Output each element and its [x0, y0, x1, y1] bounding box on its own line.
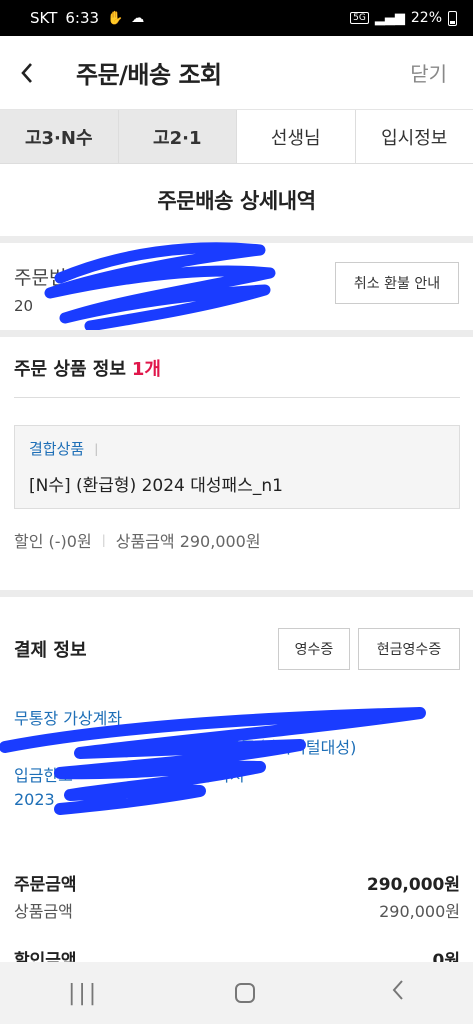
divider: [0, 590, 473, 597]
cash-receipt-button[interactable]: 현금영수증: [358, 628, 460, 670]
home-icon[interactable]: [235, 983, 256, 1003]
category-tabs: 고3·N수 고2·1 선생님 입시정보: [0, 110, 473, 164]
back-icon[interactable]: [391, 979, 405, 1007]
tab-admission-info[interactable]: 입시정보: [355, 110, 473, 163]
signal-icon: ▂▄▆: [374, 10, 405, 26]
cancel-refund-guide-button[interactable]: 취소 환불 안내: [335, 262, 459, 304]
order-date: 20: [14, 297, 34, 315]
product-amount-text: 상품금액 290,000원: [115, 532, 261, 551]
payment-info-heading: 결제 정보 영수증 현금영수증: [14, 620, 460, 678]
account-holder: (예금주 ㈜디지털대성): [205, 738, 357, 757]
back-button[interactable]: [0, 36, 54, 110]
deposit-date: 2023: [14, 790, 55, 809]
close-button[interactable]: 닫기: [410, 58, 447, 87]
product-type-label: 결합상품: [29, 440, 85, 458]
recent-apps-icon[interactable]: |||: [68, 981, 99, 1006]
payment-info-title: 결제 정보: [14, 640, 87, 661]
order-amount-label: 주문금액: [14, 875, 77, 895]
discount-text: 할인 (-)0원: [14, 532, 92, 551]
order-number-block: 주문번 20 취소 환불 안내: [0, 243, 473, 330]
notification-icon: ✋: [107, 10, 124, 26]
chevron-left-icon: [21, 62, 32, 83]
product-price-line: 할인 (-)0원 | 상품금액 290,000원: [14, 528, 261, 552]
deposit-deadline-tail: 13일 까지: [175, 766, 245, 785]
carrier-label: SKT: [30, 9, 58, 27]
product-card: 결합상품 | [N수] (환급형) 2024 대성패스_n1: [14, 425, 460, 509]
divider: [0, 236, 473, 243]
order-amount-value: 290,000원: [366, 875, 460, 895]
product-info-title: 주문 상품 정보: [14, 358, 126, 380]
product-name: [N수] (환급형) 2024 대성패스_n1: [29, 476, 283, 496]
system-navigation-bar: |||: [0, 962, 473, 1024]
product-amount-row: 상품금액 290,000원: [14, 898, 460, 922]
product-count: 1개: [131, 358, 161, 380]
app-header: 주문/배송 조회 닫기: [0, 36, 473, 110]
section-title: 주문배송 상세내역: [157, 189, 316, 213]
tab-highschool-junior[interactable]: 고2·1: [118, 110, 237, 163]
separator: |: [101, 533, 106, 547]
divider: [0, 330, 473, 337]
deposit-deadline-label: 입금한도: [14, 766, 73, 785]
network-badge: 5G: [350, 12, 369, 24]
battery-icon: [448, 10, 457, 26]
clock: 6:33: [65, 9, 100, 27]
tab-highschool-senior[interactable]: 고3·N수: [0, 110, 119, 163]
product-amount-label: 상품금액: [14, 902, 73, 921]
battery-percent: 22%: [410, 10, 442, 26]
cloud-icon: ☁: [131, 10, 145, 26]
product-amount-value: 290,000원: [379, 902, 460, 921]
spacer: [0, 830, 473, 831]
separator: |: [94, 441, 99, 456]
order-number-label: 주문번: [14, 267, 67, 289]
tab-teacher[interactable]: 선생님: [237, 110, 356, 163]
receipt-button[interactable]: 영수증: [278, 628, 350, 670]
order-amount-row: 주문금액 290,000원: [14, 870, 460, 895]
status-bar: SKT 6:33 ✋ ☁ 5G ▂▄▆ 22%: [0, 0, 473, 36]
page-title: 주문/배송 조회: [76, 61, 222, 89]
payment-method: 무통장 가상계좌: [14, 709, 123, 728]
product-info-heading: 주문 상품 정보 1개: [14, 338, 460, 398]
